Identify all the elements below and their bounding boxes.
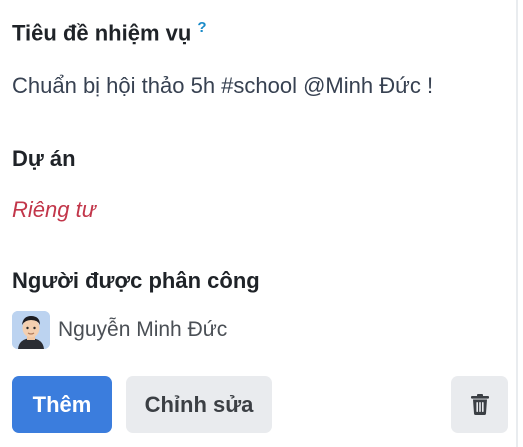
project-label: Dự án xyxy=(12,146,76,171)
task-title-label-text: Tiêu đề nhiệm vụ xyxy=(12,20,192,46)
trash-icon xyxy=(470,394,489,415)
assignee-name: Nguyễn Minh Đức xyxy=(58,318,228,341)
task-title-label: Tiêu đề nhiệm vụ? xyxy=(12,19,206,46)
help-tooltip-icon[interactable]: ? xyxy=(197,19,206,36)
assignee-item: Nguyễn Minh Đức xyxy=(12,311,227,349)
task-title-value: Chuẩn bị hội thảo 5h #school @Minh Đức ! xyxy=(12,73,434,98)
edit-button[interactable]: Chỉnh sửa xyxy=(126,376,272,433)
project-value: Riêng tư xyxy=(12,197,96,222)
delete-button[interactable] xyxy=(451,376,508,433)
avatar xyxy=(12,311,50,349)
add-button[interactable]: Thêm xyxy=(12,376,112,433)
assignee-label: Người được phân công xyxy=(12,268,260,293)
task-detail-panel: Tiêu đề nhiệm vụ? Chuẩn bị hội thảo 5h #… xyxy=(0,0,518,447)
